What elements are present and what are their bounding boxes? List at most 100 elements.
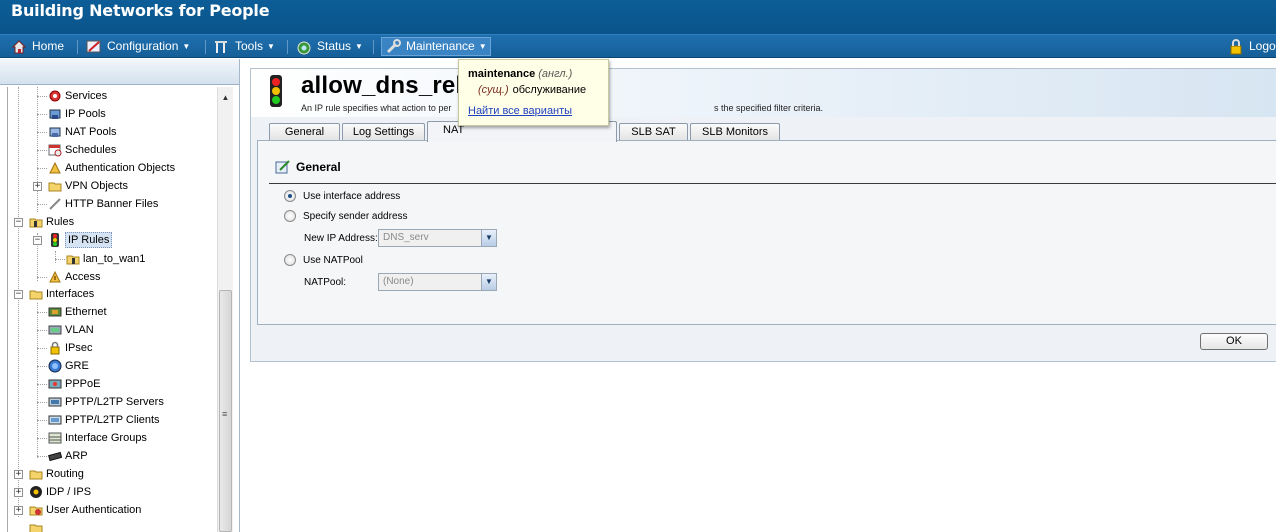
tree-item-gre[interactable]: GRE xyxy=(48,357,89,375)
radio-use-natpool[interactable]: Use NATPool xyxy=(284,254,363,266)
natpool-select[interactable]: (None) ▼ xyxy=(378,273,497,291)
vpn-objects-icon xyxy=(48,179,62,193)
menu-configuration[interactable]: Configuration ▼ xyxy=(86,37,190,56)
tree-item-pppoe[interactable]: PPPoE xyxy=(48,375,100,393)
tree-item-ipsec[interactable]: IPsec xyxy=(48,339,93,357)
radio-use-interface-address[interactable]: Use interface address xyxy=(284,190,400,202)
tree-item-ip-rules[interactable]: IP Rules xyxy=(48,231,113,249)
tree-item-label: HTTP Banner Files xyxy=(65,198,159,210)
expand-toggle[interactable]: + xyxy=(14,488,23,497)
tree-scrollbar[interactable]: ▲ ≡ xyxy=(217,87,233,532)
tree-item-lan-to-wan1[interactable]: lan_to_wan1 xyxy=(66,250,145,268)
radio-button[interactable] xyxy=(284,190,296,202)
menu-home[interactable]: Home xyxy=(11,37,64,56)
tab-general[interactable]: General xyxy=(269,123,340,141)
tab-label: SLB Monitors xyxy=(701,126,769,138)
tree-guide xyxy=(37,277,47,278)
chevron-down-icon: ▼ xyxy=(481,230,496,246)
panel-divider[interactable] xyxy=(239,59,240,532)
tree-item-services[interactable]: Services xyxy=(48,87,107,105)
collapse-toggle[interactable]: − xyxy=(33,236,42,245)
tooltip-find-all-link[interactable]: Найти все варианты xyxy=(468,105,608,117)
pppoe-icon xyxy=(48,377,62,391)
tree-guide xyxy=(55,251,56,263)
expand-toggle[interactable]: + xyxy=(33,182,42,191)
tree-item-label: Rules xyxy=(46,216,75,228)
tree-item-label: Routing xyxy=(46,468,84,480)
tree-item-label: IP Rules xyxy=(65,232,113,248)
expand-toggle[interactable]: + xyxy=(14,470,23,479)
tree-item-partial xyxy=(29,519,46,532)
tree-item-vpn-objects[interactable]: VPN Objects xyxy=(48,177,128,195)
tree-item-routing[interactable]: Routing xyxy=(29,465,84,483)
tab-label: Log Settings xyxy=(352,126,415,138)
tab-slb-monitors[interactable]: SLB Monitors xyxy=(690,123,780,141)
tab-label: General xyxy=(284,126,325,138)
expand-toggle[interactable]: + xyxy=(14,506,23,515)
radio-button[interactable] xyxy=(284,254,296,266)
scroll-thumb[interactable]: ≡ xyxy=(219,290,232,532)
navigation-tree: Services IP Pools NAT Pools Schedules Au… xyxy=(7,87,232,532)
new-ip-address-select[interactable]: DNS_serv ▼ xyxy=(378,229,497,247)
tree-item-access[interactable]: Access xyxy=(48,268,100,286)
tree-item-label: IPsec xyxy=(65,342,93,354)
tab-log-settings[interactable]: Log Settings xyxy=(342,123,425,141)
lock-icon xyxy=(1228,38,1244,55)
menu-status[interactable]: Status ▼ xyxy=(296,37,363,56)
folder-icon xyxy=(29,521,43,532)
tree-guide xyxy=(37,150,47,151)
arp-icon xyxy=(48,449,63,463)
tooltip-language: (англ.) xyxy=(538,68,573,80)
tree-item-nat-pools[interactable]: NAT Pools xyxy=(48,123,117,141)
tree-item-label: Ethernet xyxy=(65,306,107,318)
select-value: DNS_serv xyxy=(383,232,429,243)
menu-tools[interactable]: Tools ▼ xyxy=(214,37,275,56)
collapse-toggle[interactable]: − xyxy=(14,290,23,299)
tree-item-label: VLAN xyxy=(65,324,94,336)
tree-item-ip-pools[interactable]: IP Pools xyxy=(48,105,106,123)
edit-icon xyxy=(275,159,291,175)
tree-item-ethernet[interactable]: Ethernet xyxy=(48,303,107,321)
ok-button[interactable]: OK xyxy=(1200,333,1268,350)
tree-item-interface-groups[interactable]: Interface Groups xyxy=(48,429,147,447)
tooltip-word: maintenance xyxy=(468,68,536,80)
tab-label: SLB SAT xyxy=(631,126,676,138)
tree-item-label: PPTP/L2TP Clients xyxy=(65,414,160,426)
tree-item-idp-ips[interactable]: IDP / IPS xyxy=(29,483,91,501)
tree-item-http-banner-files[interactable]: HTTP Banner Files xyxy=(48,195,158,213)
tree-item-pptp-servers[interactable]: PPTP/L2TP Servers xyxy=(48,393,164,411)
tree-item-rules[interactable]: Rules xyxy=(29,213,74,231)
tree-item-label: IDP / IPS xyxy=(46,486,92,498)
tree-guide xyxy=(37,114,47,115)
tree-item-vlan[interactable]: VLAN xyxy=(48,321,94,339)
menu-separator xyxy=(77,40,78,54)
tab-slb-sat[interactable]: SLB SAT xyxy=(619,123,688,141)
collapse-toggle[interactable]: − xyxy=(14,218,23,227)
scroll-up-arrow-icon[interactable]: ▲ xyxy=(218,89,233,106)
tree-guide xyxy=(37,402,47,403)
tree-item-pptp-clients[interactable]: PPTP/L2TP Clients xyxy=(48,411,160,429)
section-title: General xyxy=(296,160,341,174)
menu-maintenance[interactable]: Maintenance ▼ xyxy=(381,37,491,56)
menu-separator xyxy=(205,40,206,54)
radio-label: Use NATPool xyxy=(303,254,363,266)
menu-logout[interactable]: Logo xyxy=(1228,37,1276,56)
tree-item-interfaces[interactable]: Interfaces xyxy=(29,285,94,303)
tree-item-user-authentication[interactable]: User Authentication xyxy=(29,501,141,519)
tree-guide xyxy=(37,438,47,439)
services-icon xyxy=(48,89,62,103)
chevron-down-icon: ▼ xyxy=(478,42,487,51)
menu-status-label: Status xyxy=(317,39,352,53)
menu-maintenance-label: Maintenance xyxy=(406,39,475,53)
rules-folder-icon xyxy=(29,215,43,229)
tree-item-arp[interactable]: ARP xyxy=(48,447,88,465)
tools-icon xyxy=(214,39,230,55)
tree-item-authentication-objects[interactable]: Authentication Objects xyxy=(48,159,175,177)
radio-specify-sender-address[interactable]: Specify sender address xyxy=(284,210,408,222)
radio-button[interactable] xyxy=(284,210,296,222)
tree-item-schedules[interactable]: Schedules xyxy=(48,141,116,159)
radio-label: Specify sender address xyxy=(303,210,408,222)
tree-guide xyxy=(37,303,38,458)
ip-pools-icon xyxy=(48,107,62,121)
chevron-down-icon: ▼ xyxy=(267,42,275,51)
